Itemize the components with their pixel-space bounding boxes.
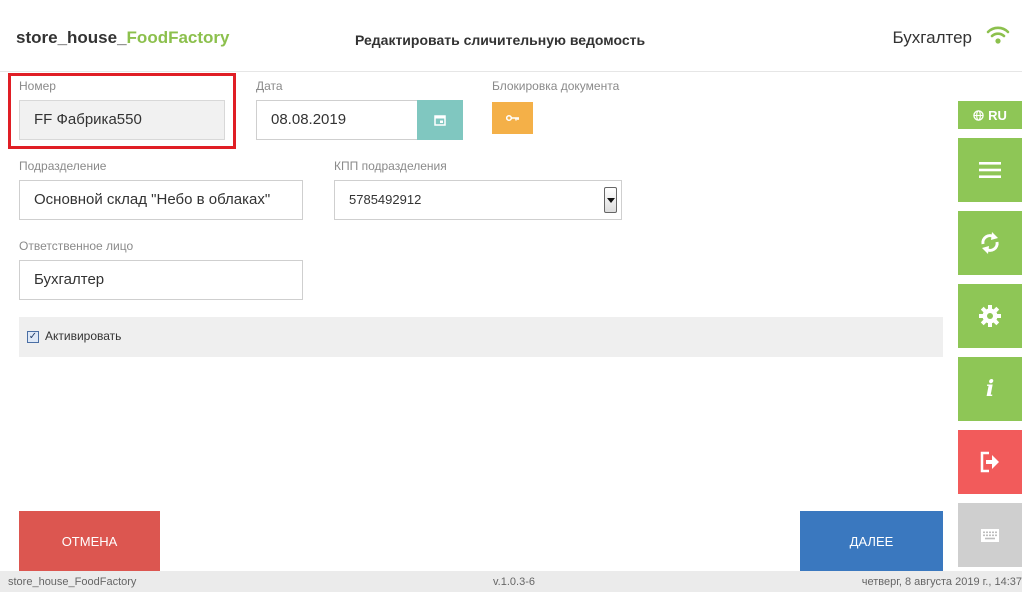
date-label: Дата bbox=[256, 79, 283, 93]
globe-icon bbox=[973, 109, 984, 121]
document-lock-button[interactable] bbox=[492, 102, 533, 134]
division-field[interactable]: Основной склад "Небо в облаках" bbox=[19, 180, 303, 220]
gear-icon bbox=[979, 305, 1001, 327]
next-button[interactable]: ДАЛЕЕ bbox=[800, 511, 943, 571]
language-button[interactable]: RU bbox=[958, 101, 1022, 129]
wifi-icon bbox=[986, 26, 1010, 44]
division-label: Подразделение bbox=[19, 159, 107, 173]
calendar-icon bbox=[434, 115, 446, 126]
page-title: Редактировать сличительную ведомость bbox=[355, 32, 646, 48]
kpp-select[interactable]: 5785492912 bbox=[334, 180, 622, 220]
footer-datetime: четверг, 8 августа 2019 г., 14:37 bbox=[861, 576, 1022, 588]
brand-accent: FoodFactory bbox=[126, 28, 230, 47]
keyboard-button[interactable] bbox=[958, 503, 1022, 567]
activate-checkbox[interactable]: ✓ bbox=[27, 331, 39, 343]
activate-label[interactable]: Активировать bbox=[45, 329, 121, 343]
logout-button[interactable] bbox=[958, 430, 1022, 494]
number-label: Номер bbox=[19, 79, 56, 93]
footer-version: v.1.0.3-6 bbox=[493, 576, 535, 588]
status-bar: store_house_FoodFactory v.1.0.3-6 четвер… bbox=[0, 571, 1022, 592]
cancel-button[interactable]: ОТМЕНА bbox=[19, 511, 160, 571]
sync-button[interactable] bbox=[958, 211, 1022, 275]
footer-app-name: store_house_FoodFactory bbox=[8, 576, 137, 588]
logout-icon bbox=[980, 451, 999, 473]
dropdown-arrow-icon[interactable] bbox=[604, 187, 617, 213]
date-field[interactable]: 08.08.2019 bbox=[256, 100, 418, 140]
kpp-label: КПП подразделения bbox=[334, 159, 447, 173]
calendar-button[interactable] bbox=[417, 100, 463, 140]
lock-label: Блокировка документа bbox=[492, 79, 620, 93]
menu-button[interactable] bbox=[958, 138, 1022, 202]
app-header: store_house_FoodFactory Редактировать сл… bbox=[0, 0, 1022, 72]
key-icon bbox=[505, 114, 519, 122]
kpp-value: 5785492912 bbox=[349, 192, 422, 207]
brand-logo: store_house_FoodFactory bbox=[16, 28, 230, 48]
responsible-field[interactable]: Бухгалтер bbox=[19, 260, 303, 300]
language-label: RU bbox=[988, 107, 1007, 123]
info-icon: i bbox=[985, 376, 995, 402]
menu-icon bbox=[979, 162, 1001, 178]
keyboard-icon bbox=[981, 528, 999, 542]
settings-button[interactable] bbox=[958, 284, 1022, 348]
responsible-label: Ответственное лицо bbox=[19, 239, 134, 253]
info-button[interactable]: i bbox=[958, 357, 1022, 421]
sync-icon bbox=[981, 232, 999, 254]
current-user[interactable]: Бухгалтер bbox=[893, 28, 973, 48]
number-field: FF Фабрика550 bbox=[19, 100, 225, 140]
activate-row: ✓ Активировать bbox=[19, 317, 943, 357]
brand-prefix: store_house_ bbox=[16, 28, 127, 47]
